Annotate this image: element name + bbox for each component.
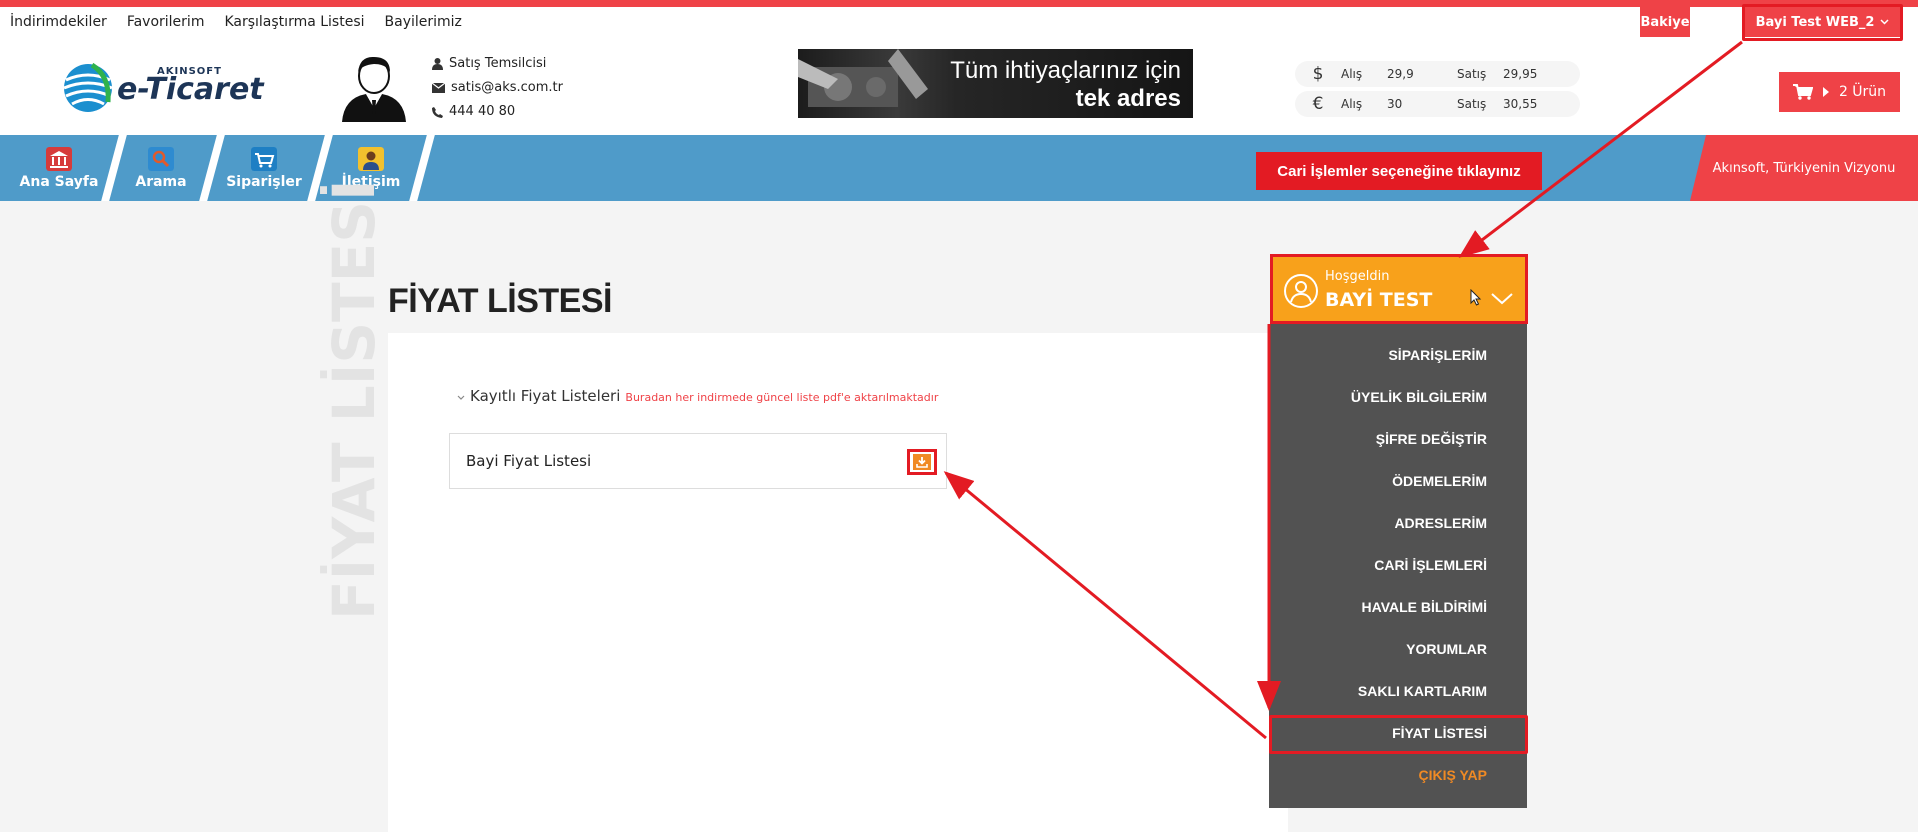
main-nav: Ana Sayfa Arama Siparişler İletişim Akın… xyxy=(0,135,1918,201)
caret-right-icon xyxy=(1822,87,1829,97)
nav-orders[interactable]: Siparişler xyxy=(220,135,308,201)
saved-lists-header[interactable]: Kayıtlı Fiyat Listeleri Buradan her indi… xyxy=(457,387,938,405)
user-menu-toggle[interactable]: Hoşgeldin BAYİ TEST xyxy=(1270,254,1528,324)
slogan: Akınsoft, Türkiyenin Vizyonu xyxy=(1690,135,1918,201)
greeting: Hoşgeldin xyxy=(1325,269,1390,284)
nav-label: Siparişler xyxy=(226,173,302,190)
buy-value: 29,9 xyxy=(1387,67,1414,81)
account-name: Bayi Test WEB_2 xyxy=(1755,14,1875,30)
sell-label: Satış xyxy=(1457,67,1487,81)
saved-lists-label: Kayıtlı Fiyat Listeleri xyxy=(470,387,621,405)
buy-label: Alış xyxy=(1341,67,1363,81)
menu-item-addresses[interactable]: ADRESLERİM xyxy=(1394,515,1487,531)
menu-item-account-transactions[interactable]: CARİ İŞLEMLERİ xyxy=(1374,557,1487,573)
chevron-down-icon xyxy=(1880,19,1889,25)
sales-rep-title: Satış Temsilcisi xyxy=(449,56,547,71)
menu-item-logout[interactable]: ÇIKIŞ YAP xyxy=(1419,767,1487,783)
menu-item-transfer-notice[interactable]: HAVALE BİLDİRİMİ xyxy=(1362,599,1487,615)
sell-label: Satış xyxy=(1457,97,1487,111)
currency-eur: € Alış 30 Satış 30,55 xyxy=(1295,91,1580,117)
nav-label: Arama xyxy=(135,173,187,190)
link-favorilerim[interactable]: Favorilerim xyxy=(127,14,205,30)
user-icon xyxy=(432,58,443,70)
support-agent-icon xyxy=(358,146,384,171)
bank-icon xyxy=(46,146,72,171)
user-circle-icon xyxy=(1284,274,1318,308)
engine-image-icon xyxy=(798,49,928,107)
account-dropdown-button[interactable]: Bayi Test WEB_2 xyxy=(1745,7,1900,37)
download-icon xyxy=(916,456,928,468)
promo-banner[interactable]: Tüm ihtiyaçlarınız için tek adres xyxy=(798,49,1193,118)
cart-icon xyxy=(1792,84,1813,100)
price-list-item: Bayi Fiyat Listesi xyxy=(449,433,947,489)
search-icon xyxy=(148,146,174,171)
sell-value: 29,95 xyxy=(1503,67,1538,81)
sales-rep-avatar-icon xyxy=(342,56,406,122)
balance-button[interactable]: Bakiye xyxy=(1640,7,1690,37)
dollar-icon: $ xyxy=(1312,64,1324,84)
menu-item-change-password[interactable]: ŞİFRE DEĞİŞTİR xyxy=(1376,431,1487,447)
sales-rep-email[interactable]: satis@aks.com.tr xyxy=(451,76,563,100)
nav-home[interactable]: Ana Sayfa xyxy=(16,135,102,201)
top-accent-line xyxy=(0,0,1918,7)
content-panel xyxy=(388,333,1288,832)
menu-item-orders[interactable]: SİPARİŞLERİM xyxy=(1388,347,1487,363)
saved-lists-note: Buradan her indirmede güncel liste pdf'e… xyxy=(625,391,939,404)
user-menu: SİPARİŞLERİM ÜYELİK BİLGİLERİM ŞİFRE DEĞ… xyxy=(1269,324,1527,808)
sales-rep-phone[interactable]: 444 40 80 xyxy=(449,100,515,124)
cart-count: 2 Ürün xyxy=(1838,84,1887,100)
top-links: İndirimdekiler Favorilerim Karşılaştırma… xyxy=(10,14,462,30)
instruction-tooltip: Cari İşlemler seçeneğine tıklayınız xyxy=(1256,152,1542,190)
mouse-cursor-icon xyxy=(1470,289,1482,306)
nav-search[interactable]: Arama xyxy=(122,135,200,201)
nav-label: Ana Sayfa xyxy=(19,173,99,190)
phone-icon xyxy=(432,106,443,118)
euro-icon: € xyxy=(1312,94,1324,114)
banner-line-2: tek adres xyxy=(1075,85,1181,112)
page-watermark: FİYAT LİSTESİ xyxy=(320,179,388,620)
menu-item-membership[interactable]: ÜYELİK BİLGİLERİM xyxy=(1351,389,1487,405)
buy-value: 30 xyxy=(1387,97,1403,111)
page-title: FİYAT LİSTESİ xyxy=(388,282,612,320)
menu-item-price-list[interactable]: FİYAT LİSTESİ xyxy=(1392,725,1487,741)
user-name: BAYİ TEST xyxy=(1325,289,1433,311)
envelope-icon xyxy=(432,83,445,93)
logo-text: e-Ticaret xyxy=(117,72,264,107)
download-button[interactable] xyxy=(907,449,937,475)
logo[interactable]: AKINSOFT e-Ticaret xyxy=(62,60,264,118)
chevron-down-icon xyxy=(1491,293,1513,305)
link-karsilastirma[interactable]: Karşılaştırma Listesi xyxy=(224,14,364,30)
sell-value: 30,55 xyxy=(1503,97,1538,111)
chevron-down-icon xyxy=(457,395,465,400)
cart-button[interactable]: 2 Ürün xyxy=(1779,72,1900,112)
shopping-cart-icon xyxy=(251,146,277,171)
banner-line-1: Tüm ihtiyaçlarınız için xyxy=(950,57,1181,84)
sales-rep-info: Satış Temsilcisi satis@aks.com.tr 444 40… xyxy=(432,52,563,124)
menu-item-comments[interactable]: YORUMLAR xyxy=(1406,641,1487,657)
menu-item-payments[interactable]: ÖDEMELERİM xyxy=(1392,473,1487,489)
link-bayilerimiz[interactable]: Bayilerimiz xyxy=(385,14,462,30)
price-list-name: Bayi Fiyat Listesi xyxy=(466,452,592,470)
buy-label: Alış xyxy=(1341,97,1363,111)
globe-logo-icon xyxy=(63,62,113,112)
link-indirimdekiler[interactable]: İndirimdekiler xyxy=(10,14,107,30)
currency-usd: $ Alış 29,9 Satış 29,95 xyxy=(1295,61,1580,87)
menu-item-saved-cards[interactable]: SAKLI KARTLARIM xyxy=(1358,683,1487,699)
